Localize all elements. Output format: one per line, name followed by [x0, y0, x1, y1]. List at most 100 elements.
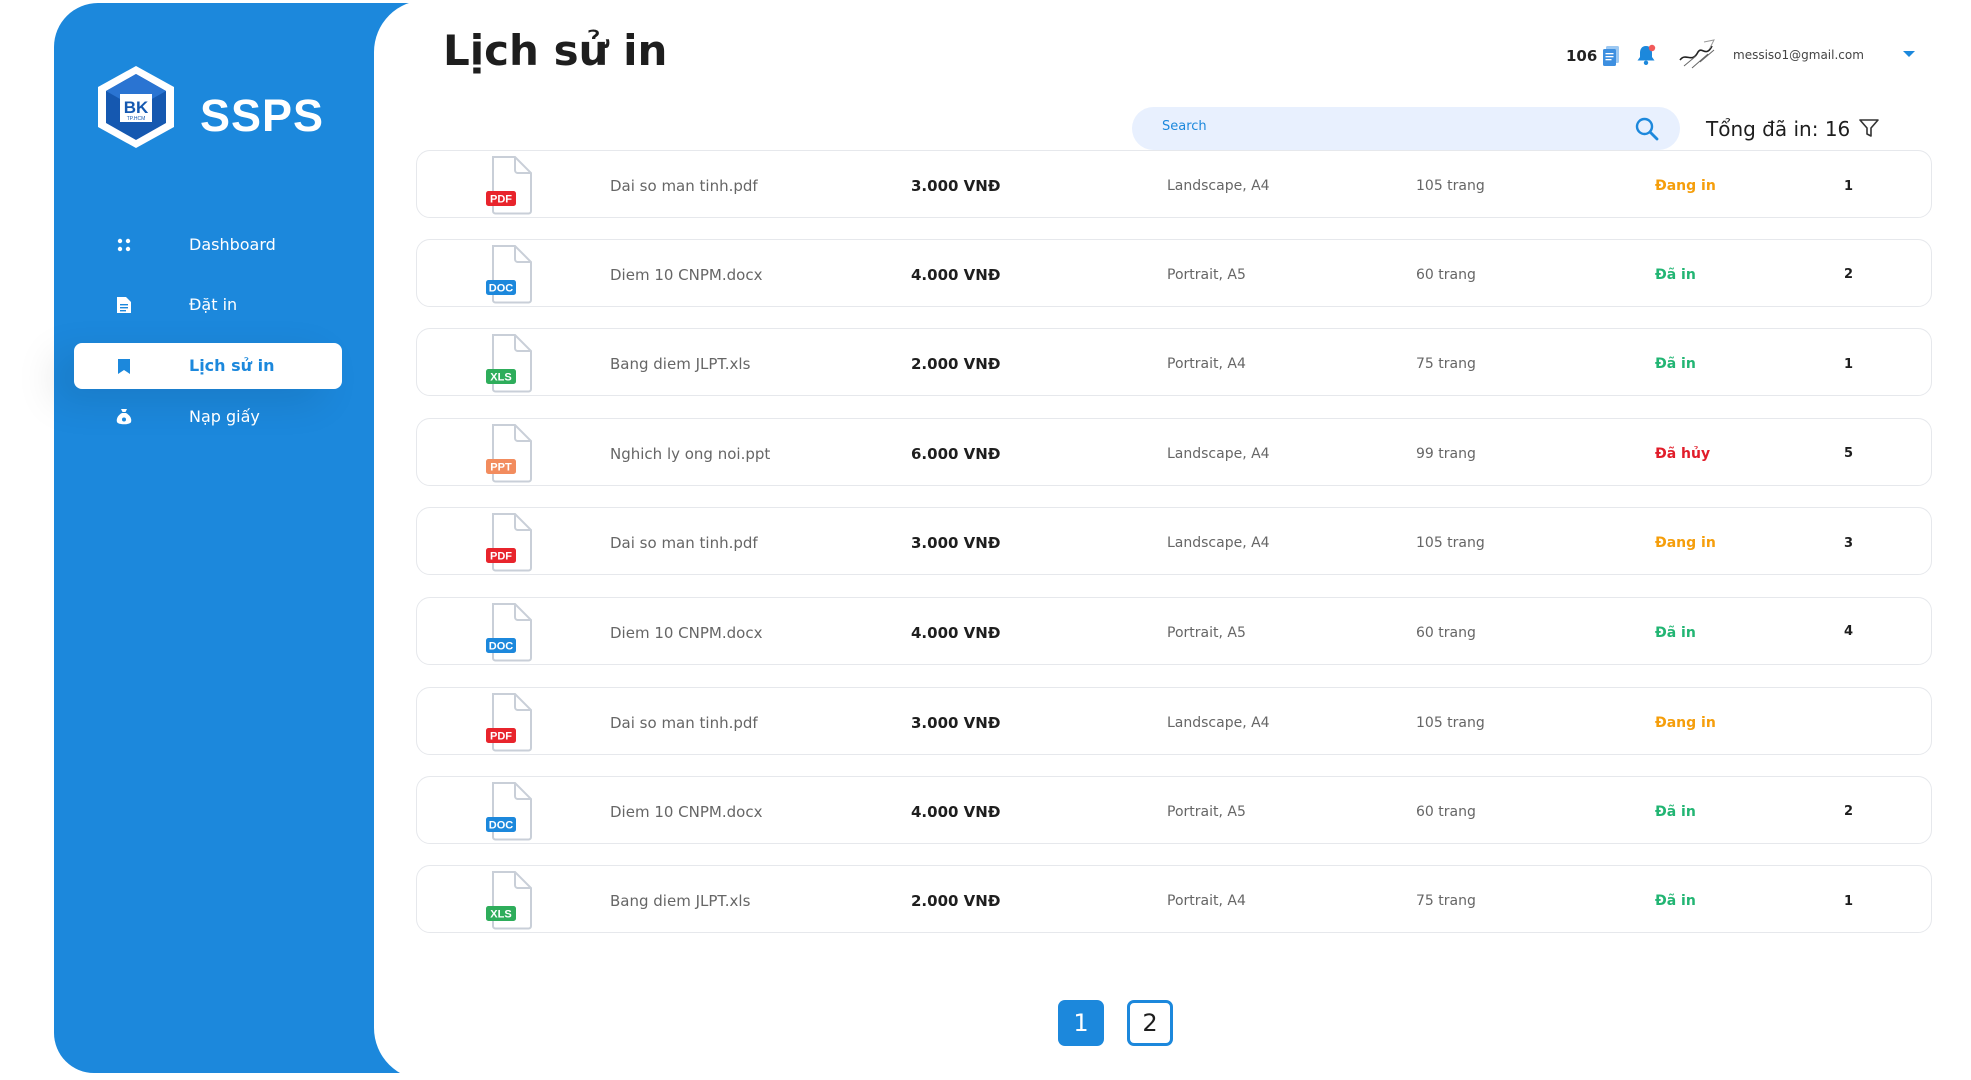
search-icon[interactable] — [1634, 116, 1660, 147]
svg-text:BK: BK — [124, 98, 149, 117]
svg-text:XLS: XLS — [490, 372, 511, 384]
page-count: 60 trang — [1416, 625, 1476, 641]
svg-text:DOC: DOC — [489, 283, 514, 295]
bookmark-icon — [114, 356, 134, 376]
file-icon: PDF — [485, 692, 533, 752]
table-row[interactable]: PDF Dai so man tinh.pdf 3.000 VNĐ Landsc… — [416, 687, 1932, 755]
page-count: 105 trang — [1416, 535, 1485, 551]
page-layout: Portrait, A4 — [1167, 893, 1246, 909]
file-icon: DOC — [485, 244, 533, 304]
copies-count: 2 — [1844, 804, 1854, 819]
price: 2.000 VNĐ — [911, 355, 1001, 373]
file-icon: PDF — [485, 155, 533, 215]
price: 4.000 VNĐ — [911, 266, 1001, 284]
svg-text:PPT: PPT — [490, 462, 512, 474]
copies-count: 4 — [1844, 624, 1854, 639]
copies-count: 1 — [1844, 179, 1854, 194]
table-row[interactable]: XLS Bang diem JLPT.xls 2.000 VNĐ Portrai… — [416, 865, 1932, 933]
pagination-page-1[interactable]: 1 — [1058, 1000, 1104, 1046]
notification-bell-icon[interactable] — [1635, 44, 1657, 71]
page-balance-count: 106 — [1566, 47, 1598, 65]
chevron-down-icon[interactable] — [1903, 51, 1915, 57]
table-row[interactable]: DOC Diem 10 CNPM.docx 4.000 VNĐ Portrait… — [416, 776, 1932, 844]
file-name: Bang diem JLPT.xls — [610, 892, 751, 910]
sidebar-item-label: Dashboard — [189, 235, 276, 254]
file-name: Diem 10 CNPM.docx — [610, 803, 763, 821]
price: 2.000 VNĐ — [911, 892, 1001, 910]
file-name: Diem 10 CNPM.docx — [610, 624, 763, 642]
table-row[interactable]: DOC Diem 10 CNPM.docx 4.000 VNĐ Portrait… — [416, 597, 1932, 665]
page-layout: Landscape, A4 — [1167, 535, 1270, 551]
price: 6.000 VNĐ — [911, 445, 1001, 463]
copies-count: 2 — [1844, 267, 1854, 282]
svg-text:PDF: PDF — [490, 731, 512, 743]
bk-logo: BK TP.HCM — [94, 64, 178, 150]
file-name: Diem 10 CNPM.docx — [610, 266, 763, 284]
table-row[interactable]: XLS Bang diem JLPT.xls 2.000 VNĐ Portrai… — [416, 328, 1932, 396]
status-badge: Đang in — [1655, 535, 1716, 551]
price: 3.000 VNĐ — [911, 714, 1001, 732]
page-count: 60 trang — [1416, 267, 1476, 283]
user-email: messiso1@gmail.com — [1733, 48, 1864, 62]
sidebar-item-label: Nạp giấy — [189, 407, 260, 426]
paper-stack-icon — [1602, 45, 1620, 72]
page-count: 105 trang — [1416, 715, 1485, 731]
page-count: 75 trang — [1416, 356, 1476, 372]
page-layout: Portrait, A5 — [1167, 267, 1246, 283]
file-icon: PDF — [485, 512, 533, 572]
sidebar-item-lich-su-in[interactable]: Lịch sử in — [74, 343, 342, 389]
page-layout: Landscape, A4 — [1167, 446, 1270, 462]
page-count: 75 trang — [1416, 893, 1476, 909]
status-badge: Đã in — [1655, 267, 1696, 283]
file-name: Bang diem JLPT.xls — [610, 355, 751, 373]
svg-text:XLS: XLS — [490, 909, 511, 921]
page-layout: Portrait, A4 — [1167, 356, 1246, 372]
table-row[interactable]: PDF Dai so man tinh.pdf 3.000 VNĐ Landsc… — [416, 507, 1932, 575]
file-name: Dai so man tinh.pdf — [610, 177, 758, 195]
status-badge: Đang in — [1655, 178, 1716, 194]
status-badge: Đã hủy — [1655, 446, 1711, 462]
copies-count: 1 — [1844, 894, 1854, 909]
page-count: 105 trang — [1416, 178, 1485, 194]
page-layout: Landscape, A4 — [1167, 178, 1270, 194]
sidebar-item-label: Đặt in — [189, 295, 238, 314]
page-layout: Landscape, A4 — [1167, 715, 1270, 731]
status-badge: Đã in — [1655, 804, 1696, 820]
sidebar-item-label: Lịch sử in — [189, 356, 275, 375]
file-name: Dai so man tinh.pdf — [610, 534, 758, 552]
svg-text:PDF: PDF — [490, 194, 512, 206]
file-icon: PPT — [485, 423, 533, 483]
svg-text:DOC: DOC — [489, 641, 514, 653]
copies-count: 3 — [1844, 536, 1854, 551]
file-icon: DOC — [485, 781, 533, 841]
price: 4.000 VNĐ — [911, 624, 1001, 642]
brand-name: SSPS — [200, 90, 325, 141]
search-input[interactable] — [1162, 119, 1622, 134]
total-printed: Tổng đã in: 16 — [1706, 117, 1851, 141]
status-badge: Đã in — [1655, 356, 1696, 372]
table-row[interactable]: PDF Dai so man tinh.pdf 3.000 VNĐ Landsc… — [416, 150, 1932, 218]
file-name: Dai so man tinh.pdf — [610, 714, 758, 732]
app-root: BK TP.HCM SSPS Dashboard Đặt in Lịch sử … — [0, 0, 1971, 1080]
page-layout: Portrait, A5 — [1167, 804, 1246, 820]
svg-text:PDF: PDF — [490, 551, 512, 563]
svg-text:DOC: DOC — [489, 820, 514, 832]
pagination-page-2[interactable]: 2 — [1127, 1000, 1173, 1046]
document-icon — [114, 295, 134, 315]
file-icon: XLS — [485, 333, 533, 393]
status-badge: Đã in — [1655, 625, 1696, 641]
page-layout: Portrait, A5 — [1167, 625, 1246, 641]
filter-icon[interactable] — [1858, 117, 1880, 144]
table-row[interactable]: PPT Nghich ly ong noi.ppt 6.000 VNĐ Land… — [416, 418, 1932, 486]
page-count: 99 trang — [1416, 446, 1476, 462]
copies-count: 1 — [1844, 357, 1854, 372]
sidebar-item-dashboard[interactable]: Dashboard — [74, 222, 342, 268]
sidebar-item-nap-giay[interactable]: Nạp giấy — [74, 394, 342, 440]
table-row[interactable]: DOC Diem 10 CNPM.docx 4.000 VNĐ Portrait… — [416, 239, 1932, 307]
avatar[interactable] — [1678, 38, 1718, 70]
search-box — [1132, 107, 1680, 150]
sidebar-item-dat-in[interactable]: Đặt in — [74, 282, 342, 328]
file-name: Nghich ly ong noi.ppt — [610, 445, 771, 463]
file-icon: DOC — [485, 602, 533, 662]
price: 4.000 VNĐ — [911, 803, 1001, 821]
